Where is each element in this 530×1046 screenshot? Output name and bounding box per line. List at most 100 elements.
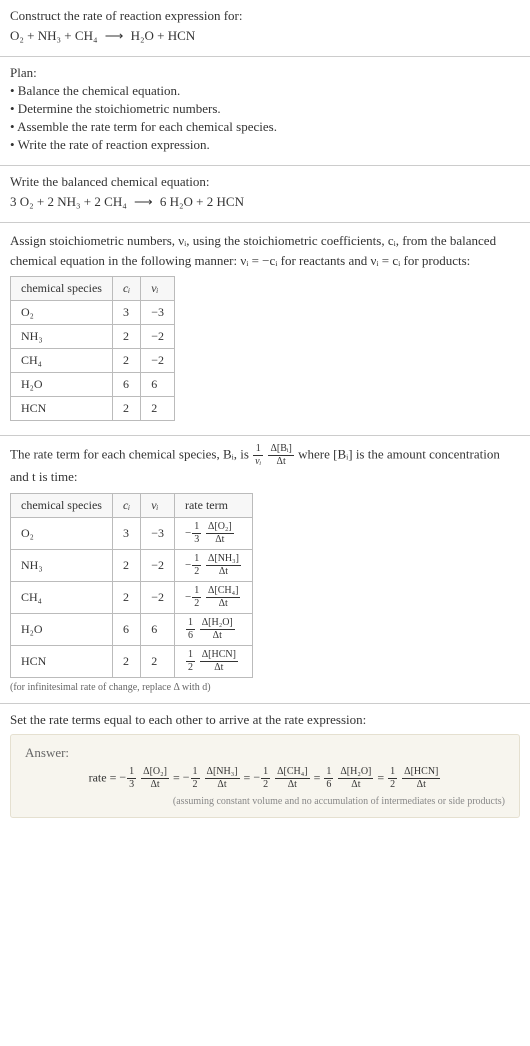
fraction: 13 bbox=[192, 522, 201, 545]
fraction: Δ[O₂]Δt bbox=[206, 522, 234, 545]
cell-species: HCN bbox=[11, 397, 113, 421]
frac-den: Δt bbox=[206, 598, 240, 609]
frac-den: Δt bbox=[200, 630, 235, 641]
eq-lhs: O₂ + NH₃ + CH₄ bbox=[10, 28, 97, 43]
fraction: Δ[O₂]Δt bbox=[141, 767, 169, 790]
fraction: Δ[H₂O]Δt bbox=[338, 767, 373, 790]
fraction: 12 bbox=[192, 586, 201, 609]
fraction: 16 bbox=[324, 767, 333, 790]
answer-note: (assuming constant volume and no accumul… bbox=[25, 796, 505, 807]
sign: − bbox=[183, 770, 190, 784]
frac-num: Δ[NH₃] bbox=[206, 554, 241, 566]
frac-den: 2 bbox=[192, 566, 201, 577]
balanced-title: Write the balanced chemical equation: bbox=[10, 174, 520, 190]
rateterm-explain: The rate term for each chemical species,… bbox=[10, 444, 520, 487]
header-ci: cᵢ bbox=[112, 493, 140, 517]
header-ci: cᵢ bbox=[112, 277, 140, 301]
frac-num: 1 bbox=[192, 554, 201, 566]
frac-den: Δt bbox=[206, 534, 234, 545]
table-row: NH₃2−2 bbox=[11, 325, 175, 349]
balanced-lhs: 3 O₂ + 2 NH₃ + 2 CH₄ bbox=[10, 194, 127, 209]
fraction: 12 bbox=[388, 767, 397, 790]
stoich-table: chemical species cᵢ νᵢ O₂3−3NH₃2−2CH₄2−2… bbox=[10, 276, 175, 421]
balanced-equation: 3 O₂ + 2 NH₃ + 2 CH₄ ⟶ 6 H₂O + 2 HCN bbox=[10, 194, 520, 210]
table-row: NH₃2−2−12 Δ[NH₃]Δt bbox=[11, 549, 253, 581]
frac-den: Δt bbox=[205, 779, 240, 790]
stoich-section: Assign stoichiometric numbers, νᵢ, using… bbox=[0, 223, 530, 436]
frac-den: νᵢ bbox=[253, 456, 263, 467]
cell-ci: 6 bbox=[112, 613, 140, 645]
unbalanced-equation: O₂ + NH₃ + CH₄ ⟶ H₂O + HCN bbox=[10, 28, 520, 44]
frac-num: 1 bbox=[191, 767, 200, 779]
cell-vi: 2 bbox=[141, 397, 175, 421]
cell-species: NH₃ bbox=[11, 549, 113, 581]
cell-species: H₂O bbox=[11, 613, 113, 645]
frac-num: 1 bbox=[186, 650, 195, 662]
cell-ci: 3 bbox=[112, 517, 140, 549]
fraction: 16 bbox=[186, 618, 195, 641]
rateterm-table: chemical species cᵢ νᵢ rate term O₂3−3−1… bbox=[10, 493, 253, 678]
answer-label: Answer: bbox=[25, 745, 505, 761]
fraction: 12 bbox=[191, 767, 200, 790]
rateterm-note: (for infinitesimal rate of change, repla… bbox=[10, 682, 520, 693]
cell-rate-term: −12 Δ[NH₃]Δt bbox=[174, 549, 252, 581]
final-title: Set the rate terms equal to each other t… bbox=[10, 712, 520, 728]
delta-frac: Δ[Bᵢ] Δt bbox=[268, 444, 293, 467]
plan-bullet: • Balance the chemical equation. bbox=[10, 83, 520, 99]
frac-num: 1 bbox=[388, 767, 397, 779]
frac-den: Δt bbox=[275, 779, 309, 790]
sign: − bbox=[185, 559, 191, 571]
table-row: H₂O66 bbox=[11, 373, 175, 397]
cell-ci: 2 bbox=[112, 645, 140, 677]
cell-ci: 2 bbox=[112, 397, 140, 421]
cell-vi: −3 bbox=[141, 517, 175, 549]
equals-sign: = bbox=[374, 770, 387, 784]
frac-den: 2 bbox=[261, 779, 270, 790]
rate-term: 12 Δ[HCN]Δt bbox=[387, 770, 441, 784]
equals-sign: = bbox=[311, 770, 324, 784]
fraction: 12 bbox=[186, 650, 195, 673]
eq-rhs: H₂O + HCN bbox=[131, 28, 196, 43]
balanced-section: Write the balanced chemical equation: 3 … bbox=[0, 166, 530, 223]
prompt-section: Construct the rate of reaction expressio… bbox=[0, 0, 530, 57]
cell-species: CH₄ bbox=[11, 581, 113, 613]
fraction: Δ[NH₃]Δt bbox=[205, 767, 240, 790]
sign: − bbox=[185, 527, 191, 539]
table-row: CH₄2−2−12 Δ[CH₄]Δt bbox=[11, 581, 253, 613]
cell-rate-term: 12 Δ[HCN]Δt bbox=[174, 645, 252, 677]
frac-den: 6 bbox=[324, 779, 333, 790]
frac-num: Δ[CH₄] bbox=[206, 586, 240, 598]
arrow-icon: ⟶ bbox=[101, 28, 128, 44]
fraction: Δ[H₂O]Δt bbox=[200, 618, 235, 641]
frac-den: 2 bbox=[388, 779, 397, 790]
rate-term: −12 Δ[NH₃]Δt bbox=[183, 770, 241, 784]
frac-den: 2 bbox=[186, 662, 195, 673]
header-vi: νᵢ bbox=[141, 277, 175, 301]
rate-label: rate = bbox=[89, 770, 120, 784]
prompt-text: Construct the rate of reaction expressio… bbox=[10, 8, 520, 24]
rateterm-section: The rate term for each chemical species,… bbox=[0, 436, 530, 704]
frac-num: 1 bbox=[192, 522, 201, 534]
plan-section: Plan: • Balance the chemical equation.• … bbox=[0, 57, 530, 166]
plan-bullet: • Write the rate of reaction expression. bbox=[10, 137, 520, 153]
explain-pre: The rate term for each chemical species,… bbox=[10, 446, 252, 461]
cell-species: CH₄ bbox=[11, 349, 113, 373]
header-species: chemical species bbox=[11, 493, 113, 517]
cell-vi: 6 bbox=[141, 613, 175, 645]
fraction: Δ[HCN]Δt bbox=[402, 767, 440, 790]
cell-rate-term: −12 Δ[CH₄]Δt bbox=[174, 581, 252, 613]
table-header-row: chemical species cᵢ νᵢ rate term bbox=[11, 493, 253, 517]
frac-den: 6 bbox=[186, 630, 195, 641]
cell-species: O₂ bbox=[11, 301, 113, 325]
cell-vi: −2 bbox=[141, 581, 175, 613]
frac-den: Δt bbox=[338, 779, 373, 790]
equals-sign: = bbox=[241, 770, 254, 784]
frac-num: 1 bbox=[192, 586, 201, 598]
frac-num: Δ[CH₄] bbox=[275, 767, 309, 779]
frac-den: Δt bbox=[200, 662, 238, 673]
fraction: Δ[CH₄]Δt bbox=[206, 586, 240, 609]
frac-den: Δt bbox=[402, 779, 440, 790]
fraction: Δ[NH₃]Δt bbox=[206, 554, 241, 577]
header-rate: rate term bbox=[174, 493, 252, 517]
table-row: CH₄2−2 bbox=[11, 349, 175, 373]
